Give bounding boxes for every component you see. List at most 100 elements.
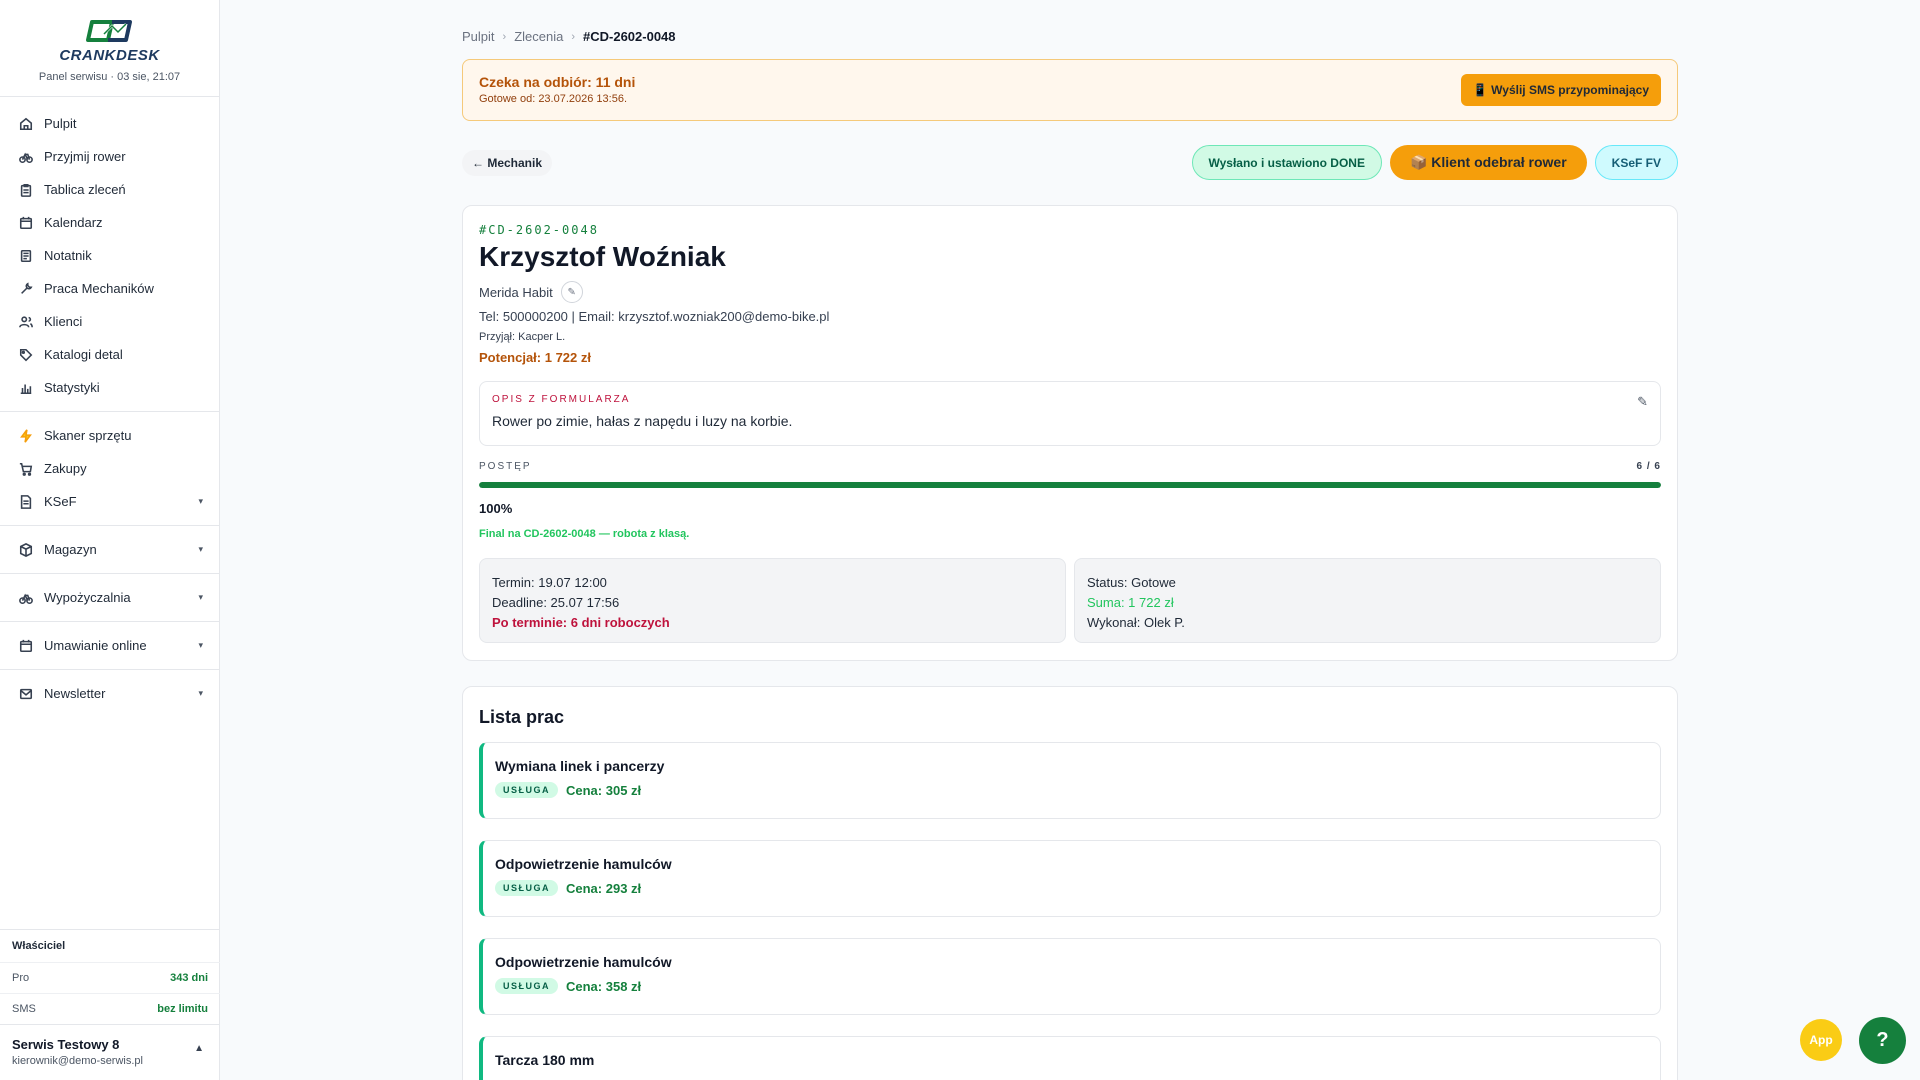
- box-icon: [18, 542, 34, 558]
- sidebar-group-newsletter[interactable]: Newsletter ▾: [0, 677, 219, 710]
- owner-panel: Właściciel Pro 343 dni SMS bez limitu Se…: [0, 929, 220, 1080]
- sidebar-item-label: Zakupy: [44, 461, 87, 476]
- breadcrumb-zlecenia[interactable]: Zlecenia: [514, 29, 563, 44]
- deadline-date: Deadline: 25.07 17:56: [492, 595, 620, 610]
- nav-divider: [0, 573, 219, 574]
- brand-name: CRANKDESK: [59, 47, 160, 64]
- chevron-up-icon: ▲: [194, 1043, 204, 1054]
- job-item[interactable]: Odpowietrzenie hamulców USŁUGA Cena: 358…: [479, 938, 1661, 1015]
- chevron-down-icon: ▾: [198, 592, 203, 602]
- job-name: Wymiana linek i pancerzy: [495, 758, 665, 774]
- sidebar-item-label: Statystyki: [44, 380, 100, 395]
- notebook-icon: [18, 248, 34, 264]
- job-meta: USŁUGA Cena: 358 zł: [495, 978, 1648, 994]
- order-sum: Suma: 1 722 zł: [1087, 595, 1174, 610]
- form-description-text: Rower po zimie, hałas z napędu i luzy na…: [492, 413, 793, 429]
- bike-icon: [18, 590, 34, 606]
- progress-note: Final na CD-2602-0048 — robota z klasą.: [479, 528, 690, 540]
- term-date: Termin: 19.07 12:00: [492, 575, 607, 590]
- bike-model-row: Merida Habit ✎: [479, 281, 1661, 303]
- sidebar-item-katalogi-detal[interactable]: Katalogi detal: [0, 338, 219, 371]
- job-name: Tarcza 180 mm: [495, 1052, 595, 1068]
- sidebar-group-umawianie-online[interactable]: Umawianie online ▾: [0, 629, 219, 662]
- ksef-invoice-button[interactable]: KSeF FV: [1594, 145, 1678, 180]
- sidebar-item-label: Newsletter: [44, 686, 106, 701]
- plan-value: 343 dni: [170, 972, 208, 984]
- sidebar-item-ksef[interactable]: KSeF ▾: [0, 485, 219, 518]
- account-menu[interactable]: Serwis Testowy 8 kierownik@demo-serwis.p…: [0, 1024, 220, 1080]
- sidebar-item-kalendarz[interactable]: Kalendarz: [0, 206, 219, 239]
- sidebar-item-klienci[interactable]: Klienci: [0, 305, 219, 338]
- home-icon: [18, 116, 34, 132]
- sidebar-item-label: Wypożyczalnia: [44, 590, 131, 605]
- sidebar-item-label: Umawianie online: [44, 638, 147, 653]
- progress-bar: [479, 482, 1661, 488]
- sms-value: bez limitu: [157, 1003, 208, 1015]
- breadcrumb-current: #CD-2602-0048: [583, 29, 676, 44]
- form-description: OPIS Z FORMULARZA Rower po zimie, hałas …: [479, 381, 1661, 446]
- sidebar-item-zakupy[interactable]: Zakupy: [0, 452, 219, 485]
- job-meta: USŁUGA Cena: 305 zł: [495, 782, 1648, 798]
- chevron-down-icon: ▾: [198, 640, 203, 650]
- client-picked-up-button[interactable]: 📦 Klient odebrał rower: [1389, 145, 1587, 180]
- sidebar-item-label: Magazyn: [44, 542, 97, 557]
- job-price: Cena: 305 zł: [566, 782, 642, 798]
- form-description-label: OPIS Z FORMULARZA: [492, 394, 631, 405]
- sidebar-group-magazyn[interactable]: Magazyn ▾: [0, 533, 219, 566]
- job-item[interactable]: Odpowietrzenie hamulców USŁUGA Cena: 293…: [479, 840, 1661, 917]
- progress-bar-fill: [479, 482, 1661, 488]
- customer-name: Krzysztof Woźniak: [479, 241, 726, 272]
- help-button[interactable]: ?: [1859, 1017, 1906, 1064]
- job-name: Odpowietrzenie hamulców: [495, 954, 672, 970]
- customer-contact: Tel: 500000200 | Email: krzysztof.woznia…: [479, 309, 830, 324]
- brand: CRANKDESK Panel serwisu · 03 sie, 21:07: [0, 0, 219, 97]
- sidebar-group-wypozyczalnia[interactable]: Wypożyczalnia ▾: [0, 581, 219, 614]
- account-email: kierownik@demo-serwis.pl: [12, 1055, 143, 1067]
- breadcrumb-pulpit[interactable]: Pulpit: [462, 29, 495, 44]
- back-to-mechanic-button[interactable]: ← Mechanik: [462, 150, 553, 176]
- sidebar-item-label: Przyjmij rower: [44, 149, 126, 164]
- sidebar-item-praca-mechanikow[interactable]: Praca Mechaników: [0, 272, 219, 305]
- plan-row: Pro 343 dni: [0, 962, 220, 993]
- job-item[interactable]: Tarcza 180 mm: [479, 1036, 1661, 1080]
- bar-chart-icon: [18, 380, 34, 396]
- order-code: #CD-2602-0048: [479, 223, 599, 237]
- status-box: Status: Gotowe Suma: 1 722 zł Wykonał: O…: [1074, 558, 1661, 643]
- pickup-alert: Czeka na odbiór: 11 dni Gotowe od: 23.07…: [462, 59, 1678, 121]
- sent-done-button[interactable]: Wysłano i ustawiono DONE: [1191, 145, 1382, 180]
- job-type-badge: USŁUGA: [495, 782, 558, 798]
- sidebar-item-przyjmij-rower[interactable]: Przyjmij rower: [0, 140, 219, 173]
- progress-count: 6 / 6: [1636, 461, 1661, 472]
- bike-icon: [18, 149, 34, 165]
- nav-divider: [0, 411, 219, 412]
- sidebar-item-notatnik[interactable]: Notatnik: [0, 239, 219, 272]
- sidebar-item-label: Pulpit: [44, 116, 77, 131]
- panel-subtitle: Panel serwisu · 03 sie, 21:07: [38, 71, 181, 83]
- calendar-icon: [18, 638, 34, 654]
- sidebar-item-label: Klienci: [44, 314, 83, 329]
- order-actions: Wysłano i ustawiono DONE 📦 Klient odebra…: [1191, 145, 1678, 180]
- breadcrumb: Pulpit › Zlecenia › #CD-2602-0048: [462, 29, 676, 44]
- job-price: Cena: 293 zł: [566, 880, 642, 896]
- sidebar-item-pulpit[interactable]: Pulpit: [0, 107, 219, 140]
- send-sms-reminder-button[interactable]: 📱 Wyślij SMS przypominający: [1460, 74, 1661, 106]
- owner-title: Właściciel: [0, 929, 220, 962]
- sidebar-item-statystyki[interactable]: Statystyki: [0, 371, 219, 404]
- sidebar-item-skaner-sprzetu[interactable]: Skaner sprzętu: [0, 419, 219, 452]
- job-item[interactable]: Wymiana linek i pancerzy USŁUGA Cena: 30…: [479, 742, 1661, 819]
- sidebar-item-tablica-zlecen[interactable]: Tablica zleceń: [0, 173, 219, 206]
- job-name: Odpowietrzenie hamulców: [495, 856, 672, 872]
- sidebar-item-label: Kalendarz: [44, 215, 103, 230]
- tag-icon: [18, 347, 34, 363]
- edit-bike-icon[interactable]: ✎: [560, 281, 583, 303]
- users-icon: [18, 314, 34, 330]
- chevron-down-icon: ▾: [198, 496, 203, 506]
- job-type-badge: USŁUGA: [495, 978, 558, 994]
- breadcrumb-separator: ›: [502, 30, 507, 43]
- nav-divider: [0, 669, 219, 670]
- app-button[interactable]: App: [1800, 1019, 1842, 1061]
- sidebar-item-label: Tablica zleceń: [44, 182, 126, 197]
- edit-description-icon[interactable]: ✎: [1637, 394, 1648, 410]
- sms-row: SMS bez limitu: [0, 993, 220, 1024]
- crankdesk-logo[interactable]: [82, 18, 138, 46]
